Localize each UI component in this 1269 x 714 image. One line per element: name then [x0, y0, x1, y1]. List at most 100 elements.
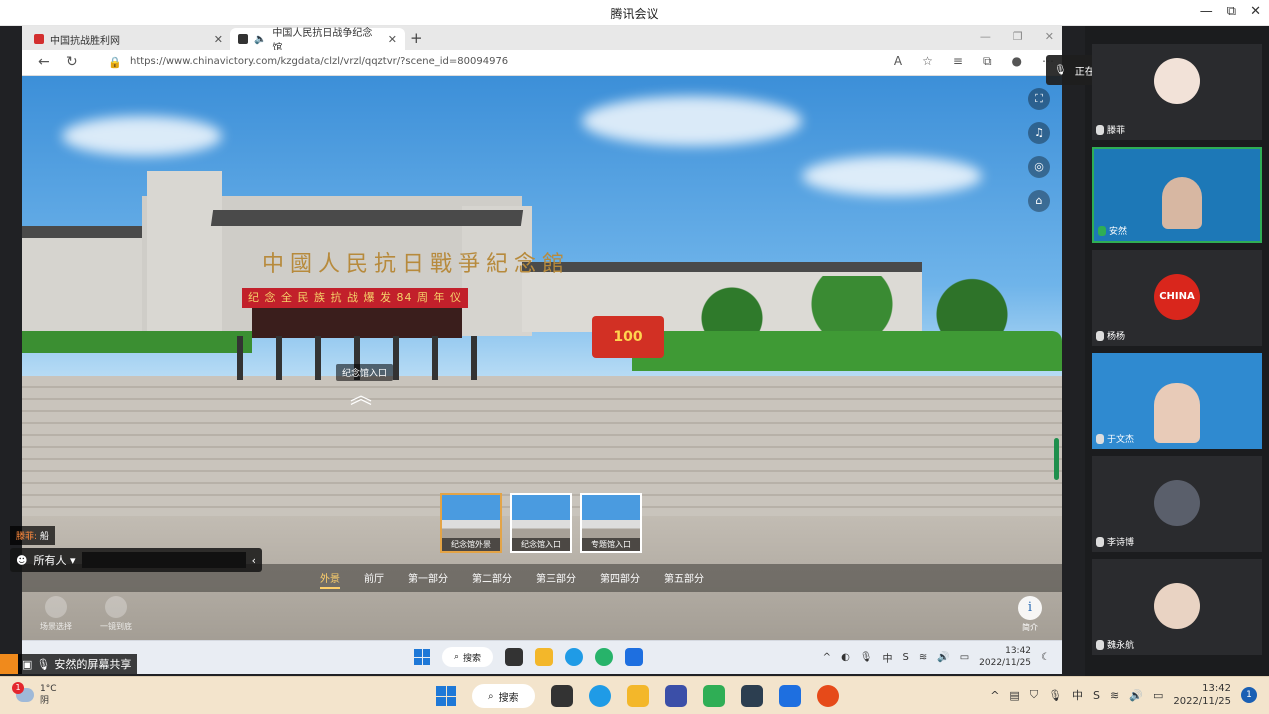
profile-icon[interactable]: ●: [1012, 54, 1022, 69]
sogou-icon[interactable]: S: [1093, 689, 1100, 702]
tray-chevron-icon[interactable]: ^: [990, 689, 999, 702]
windows-start-icon[interactable]: [436, 686, 456, 706]
shield-icon[interactable]: ⛉: [1030, 688, 1038, 702]
url-field[interactable]: https://www.chinavictory.com/kzgdata/clz…: [130, 56, 508, 67]
wifi-icon[interactable]: ≋: [919, 652, 927, 663]
participant-tile[interactable]: CHINA 杨杨: [1092, 250, 1262, 346]
wechat-icon[interactable]: [595, 648, 614, 666]
favorite-icon[interactable]: ☆: [922, 54, 933, 69]
chat-input[interactable]: [81, 552, 246, 568]
mic-icon[interactable]: 🎙: [860, 652, 873, 663]
scene-select-button[interactable]: 场景选择: [32, 596, 80, 632]
scene-tab-part3[interactable]: 第三部分: [536, 570, 576, 589]
museum-icon[interactable]: ⌂: [1028, 190, 1050, 212]
viewer-scroll-indicator[interactable]: [1054, 438, 1059, 480]
chat-input-bar: ☻ 所有人 ▾ ‹: [10, 548, 262, 572]
close-button[interactable]: ✕: [1250, 4, 1261, 19]
avatar: CHINA: [1154, 274, 1200, 320]
edge-icon[interactable]: [565, 648, 584, 666]
music-icon[interactable]: ♫: [1028, 122, 1050, 144]
weather-widget[interactable]: 1 1°C 阴: [12, 682, 57, 707]
maximize-button[interactable]: ⧉: [1227, 4, 1236, 19]
taskbar-search[interactable]: ⌕ 搜索: [472, 684, 535, 708]
windows-start-icon[interactable]: [414, 649, 430, 665]
scene-tab-part5[interactable]: 第五部分: [664, 570, 704, 589]
notification-badge[interactable]: 1: [1241, 687, 1257, 703]
battery-icon[interactable]: ▭: [1153, 689, 1163, 702]
participant-tile[interactable]: 安然: [1092, 147, 1262, 243]
taskbar-apps: ⌕ 搜索: [436, 684, 839, 708]
participant-tile[interactable]: 魏永航: [1092, 559, 1262, 655]
task-view-icon[interactable]: [550, 685, 573, 707]
wechat-tray-icon[interactable]: ◐: [841, 652, 850, 663]
scene-tab-part2[interactable]: 第二部分: [472, 570, 512, 589]
thumbnail-special-hall[interactable]: 专题馆入口: [580, 493, 642, 553]
meeting-titlebar: 腾讯会议 — ⧉ ✕: [0, 0, 1269, 26]
date: 2022/11/25: [979, 658, 1032, 668]
tencent-meeting-icon[interactable]: [625, 648, 644, 666]
file-explorer-icon[interactable]: [535, 648, 554, 666]
participant-tile[interactable]: 李诗博: [1092, 456, 1262, 552]
photos-app-icon[interactable]: [740, 685, 763, 707]
thumbnail-entrance[interactable]: 纪念馆入口: [510, 493, 572, 553]
thumbnail-exterior[interactable]: 纪念馆外景: [440, 493, 502, 553]
forward-chevron-icon[interactable]: ︽: [350, 386, 372, 408]
moon-icon[interactable]: ☾: [1041, 652, 1050, 663]
tencent-meeting-icon[interactable]: [778, 685, 801, 707]
volume-icon[interactable]: 🔊: [937, 652, 949, 663]
piano-app-icon[interactable]: [664, 685, 687, 707]
browser-restore-button[interactable]: ❐: [1013, 30, 1023, 43]
battery-icon[interactable]: ▭: [960, 652, 969, 663]
wifi-icon[interactable]: ≋: [1110, 689, 1119, 702]
participant-tile[interactable]: 滕菲: [1092, 44, 1262, 140]
security-icon[interactable]: ▤: [1009, 689, 1019, 702]
scene-tab-part1[interactable]: 第一部分: [408, 570, 448, 589]
participant-name-tag: 李诗博: [1096, 535, 1134, 548]
fullscreen-icon[interactable]: ⛶: [1028, 88, 1050, 110]
tray-chevron-icon[interactable]: ^: [823, 652, 831, 663]
refresh-icon[interactable]: ↻: [66, 54, 78, 70]
tab-close-icon[interactable]: ✕: [214, 33, 223, 46]
edge-icon[interactable]: [588, 685, 611, 707]
task-view-icon[interactable]: [505, 648, 524, 666]
one-take-button[interactable]: 一镜到底: [92, 596, 140, 632]
ime-icon[interactable]: 中: [883, 650, 893, 665]
emoji-icon[interactable]: ☻: [16, 554, 27, 567]
ime-icon[interactable]: 中: [1072, 687, 1083, 703]
tab-victory-net[interactable]: 中国抗战胜利网 ✕: [26, 28, 231, 50]
media-player-icon[interactable]: [816, 685, 839, 707]
windows-taskbar: 1 1°C 阴 ⌕ 搜索 ^ ▤ ⛉ 🎙 中 S ≋ 🔊 ▭ 13:42 202…: [0, 676, 1269, 714]
new-tab-button[interactable]: +: [410, 29, 423, 47]
scene-tab-part4[interactable]: 第四部分: [600, 570, 640, 589]
recipient-select[interactable]: 所有人 ▾: [33, 552, 75, 568]
participant-tile[interactable]: 于文杰: [1092, 353, 1262, 449]
mic-icon: [1096, 124, 1104, 135]
taskbar-search[interactable]: ⌕ 搜索: [442, 647, 494, 667]
scene-tab-exterior[interactable]: 外景: [320, 570, 340, 589]
green-app-icon[interactable]: [702, 685, 725, 707]
browser-close-button[interactable]: ✕: [1045, 30, 1054, 43]
collapse-chat-icon[interactable]: ‹: [252, 554, 256, 567]
intro-button[interactable]: i 简介: [1018, 596, 1042, 633]
sogou-icon[interactable]: S: [903, 652, 909, 663]
clock[interactable]: 13:42 2022/11/25: [1173, 682, 1231, 708]
building-tower: [147, 171, 222, 346]
vr-viewer[interactable]: 中國人民抗日戰爭紀念館 纪 念 全 民 族 抗 战 爆 发 84 周 年 仪 式…: [22, 76, 1062, 674]
minimize-button[interactable]: —: [1200, 4, 1213, 19]
mic-icon[interactable]: 🎙: [1048, 689, 1062, 702]
shared-clock[interactable]: 13:42 2022/11/25: [979, 645, 1031, 669]
vr-glasses-icon[interactable]: ◎: [1028, 156, 1050, 178]
read-aloud-icon[interactable]: A: [894, 54, 902, 69]
browser-minimize-button[interactable]: —: [980, 30, 991, 43]
window-controls: — ⧉ ✕: [1200, 4, 1261, 19]
hotspot-label[interactable]: 纪念馆入口: [336, 364, 394, 381]
tab-close-icon[interactable]: ✕: [388, 33, 397, 46]
favorites-list-icon[interactable]: ≡: [953, 54, 963, 69]
scene-tab-lobby[interactable]: 前厅: [364, 570, 384, 589]
tab-favicon: [34, 34, 44, 44]
file-explorer-icon[interactable]: [626, 685, 649, 707]
back-icon[interactable]: ←: [38, 54, 50, 70]
volume-icon[interactable]: 🔊: [1129, 689, 1143, 702]
tab-museum[interactable]: 🔈 中国人民抗日战争纪念馆 ✕: [230, 28, 405, 54]
collections-icon[interactable]: ⧉: [983, 54, 992, 69]
